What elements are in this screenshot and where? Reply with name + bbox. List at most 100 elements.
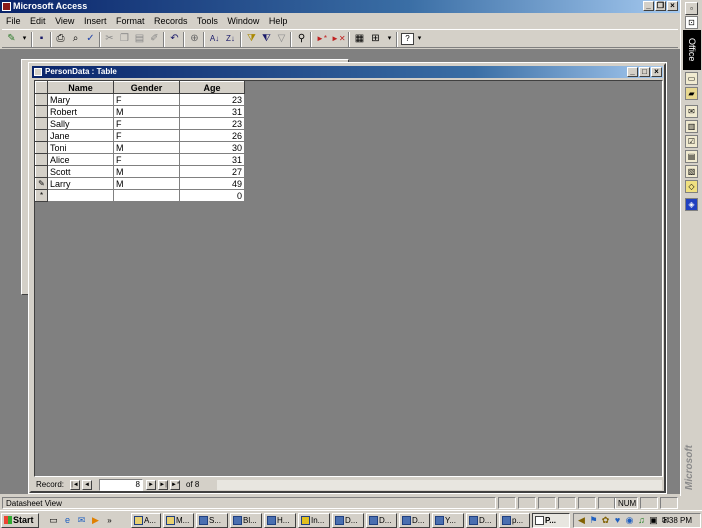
view-dropdown-icon[interactable]: ▾ — [18, 33, 31, 45]
cell-age[interactable]: 23 — [179, 117, 245, 130]
volume-icon[interactable]: ◀ — [576, 515, 587, 526]
taskbar-button[interactable]: p... — [499, 513, 530, 528]
taskbar-button[interactable]: Y... — [432, 513, 464, 528]
filter-by-form-icon[interactable]: ⧨ — [260, 33, 273, 45]
record-selector[interactable] — [35, 165, 48, 178]
new-object-icon[interactable]: ⊞ — [369, 33, 382, 45]
copy-icon[interactable]: ❐ — [118, 33, 131, 45]
record-selector[interactable] — [35, 93, 48, 106]
paste-icon[interactable]: ▤ — [133, 33, 146, 45]
find-icon[interactable]: ⚲ — [295, 33, 308, 45]
new-appointment-icon[interactable]: ▥ — [685, 120, 698, 133]
app-minimize-button[interactable]: _ — [643, 1, 654, 11]
table-window-title-bar[interactable]: PersonData : Table _ □ × — [32, 66, 663, 78]
apply-filter-icon[interactable]: ▽ — [275, 33, 288, 45]
app-close-button[interactable]: × — [667, 1, 678, 11]
record-selector[interactable] — [35, 117, 48, 130]
cell-name[interactable]: Larry — [47, 177, 114, 190]
cell-gender[interactable]: F — [113, 93, 180, 106]
menu-tools[interactable]: Tools — [197, 16, 218, 26]
cell-name[interactable]: Alice — [47, 153, 114, 166]
open-office-document-icon[interactable]: ▰ — [685, 87, 698, 100]
next-record-button[interactable]: ► — [146, 480, 156, 490]
cell-gender[interactable]: F — [113, 153, 180, 166]
first-record-button[interactable]: |◄ — [70, 480, 80, 490]
sort-ascending-icon[interactable]: A↓ — [208, 33, 221, 45]
column-header-name[interactable]: Name — [47, 81, 114, 94]
network-icon[interactable]: ⚑ — [588, 515, 599, 526]
menu-file[interactable]: File — [6, 16, 21, 26]
format-painter-icon[interactable]: ✐ — [148, 33, 161, 45]
horizontal-scrollbar[interactable] — [216, 479, 663, 491]
menu-insert[interactable]: Insert — [84, 16, 107, 26]
cell-gender[interactable] — [113, 189, 180, 202]
print-icon[interactable]: ⎙ — [54, 33, 67, 45]
table-maximize-button[interactable]: □ — [639, 67, 650, 77]
taskbar-button[interactable]: D... — [466, 513, 497, 528]
media-player-icon[interactable]: ▶ — [90, 515, 101, 526]
record-selector[interactable] — [35, 141, 48, 154]
cell-name[interactable]: Toni — [47, 141, 114, 154]
taskbar-button[interactable]: D... — [332, 513, 364, 528]
cell-gender[interactable]: M — [113, 177, 180, 190]
cell-name[interactable]: Mary — [47, 93, 114, 106]
cell-gender[interactable]: F — [113, 117, 180, 130]
taskbar-button[interactable]: A... — [131, 513, 161, 528]
new-office-document-icon[interactable]: ▭ — [685, 72, 698, 85]
start-button[interactable]: Start — [1, 513, 39, 528]
filter-by-selection-icon[interactable]: ⧩ — [245, 33, 258, 45]
new-message-icon[interactable]: ✉ — [685, 105, 698, 118]
tray-app-icon[interactable]: ✿ — [600, 515, 611, 526]
record-selector[interactable] — [35, 105, 48, 118]
delete-record-icon[interactable]: ►✕ — [331, 33, 346, 45]
show-desktop-icon[interactable]: ▭ — [48, 515, 59, 526]
menu-window[interactable]: Window — [227, 16, 259, 26]
menu-edit[interactable]: Edit — [30, 16, 46, 26]
access-app-icon[interactable] — [2, 2, 11, 11]
cell-age[interactable]: 31 — [179, 105, 245, 118]
cell-age[interactable]: 0 — [179, 189, 245, 202]
new-record-nav-button[interactable]: ►* — [170, 480, 180, 490]
cell-name[interactable]: Sally — [47, 117, 114, 130]
tray-app-icon[interactable]: ◉ — [624, 515, 635, 526]
record-number-input[interactable]: 8 — [99, 479, 143, 491]
taskbar-button[interactable]: S... — [196, 513, 228, 528]
column-header-age[interactable]: Age — [179, 81, 245, 94]
cell-gender[interactable]: M — [113, 165, 180, 178]
select-all-corner[interactable] — [35, 81, 48, 94]
taskbar-clock[interactable]: 1:38 PM — [662, 514, 692, 527]
record-selector[interactable] — [35, 129, 48, 142]
cell-age[interactable]: 30 — [179, 141, 245, 154]
office-help-icon[interactable]: ◈ — [685, 198, 698, 211]
cell-age[interactable]: 31 — [179, 153, 245, 166]
cell-age[interactable]: 27 — [179, 165, 245, 178]
sort-descending-icon[interactable]: Z↓ — [224, 33, 237, 45]
cell-name[interactable]: Robert — [47, 105, 114, 118]
taskbar-button[interactable]: H... — [264, 513, 296, 528]
spelling-icon[interactable]: ✓ — [84, 33, 97, 45]
cell-gender[interactable]: M — [113, 141, 180, 154]
view-icon[interactable]: ✎ — [5, 33, 18, 45]
taskbar-button-active[interactable]: P... — [532, 513, 570, 528]
new-journal-icon[interactable]: ▧ — [685, 165, 698, 178]
table-window[interactable]: PersonData : Table _ □ × Name Gender Age… — [28, 62, 667, 494]
cell-gender[interactable]: F — [113, 129, 180, 142]
app-title-bar[interactable]: Microsoft Access _ ❐ × — [0, 0, 680, 13]
internet-explorer-icon[interactable]: e — [62, 515, 73, 526]
undo-icon[interactable]: ↶ — [168, 33, 181, 45]
menu-view[interactable]: View — [55, 16, 74, 26]
save-icon[interactable]: ▪ — [35, 33, 48, 45]
taskbar-button[interactable]: Bl... — [230, 513, 262, 528]
office-logo-icon[interactable]: ⊡ — [685, 16, 698, 29]
edit-record-selector[interactable]: ✎ — [35, 177, 48, 190]
cell-name[interactable]: Jane — [47, 129, 114, 142]
cell-name[interactable]: Scott — [47, 165, 114, 178]
outlook-express-icon[interactable]: ✉ — [76, 515, 87, 526]
record-selector[interactable] — [35, 153, 48, 166]
table-minimize-button[interactable]: _ — [627, 67, 638, 77]
cell-age[interactable]: 49 — [179, 177, 245, 190]
taskbar-button[interactable]: M... — [163, 513, 194, 528]
taskbar-button[interactable]: D... — [399, 513, 430, 528]
previous-record-button[interactable]: ◄ — [82, 480, 92, 490]
database-window-icon[interactable]: ▦ — [353, 33, 366, 45]
